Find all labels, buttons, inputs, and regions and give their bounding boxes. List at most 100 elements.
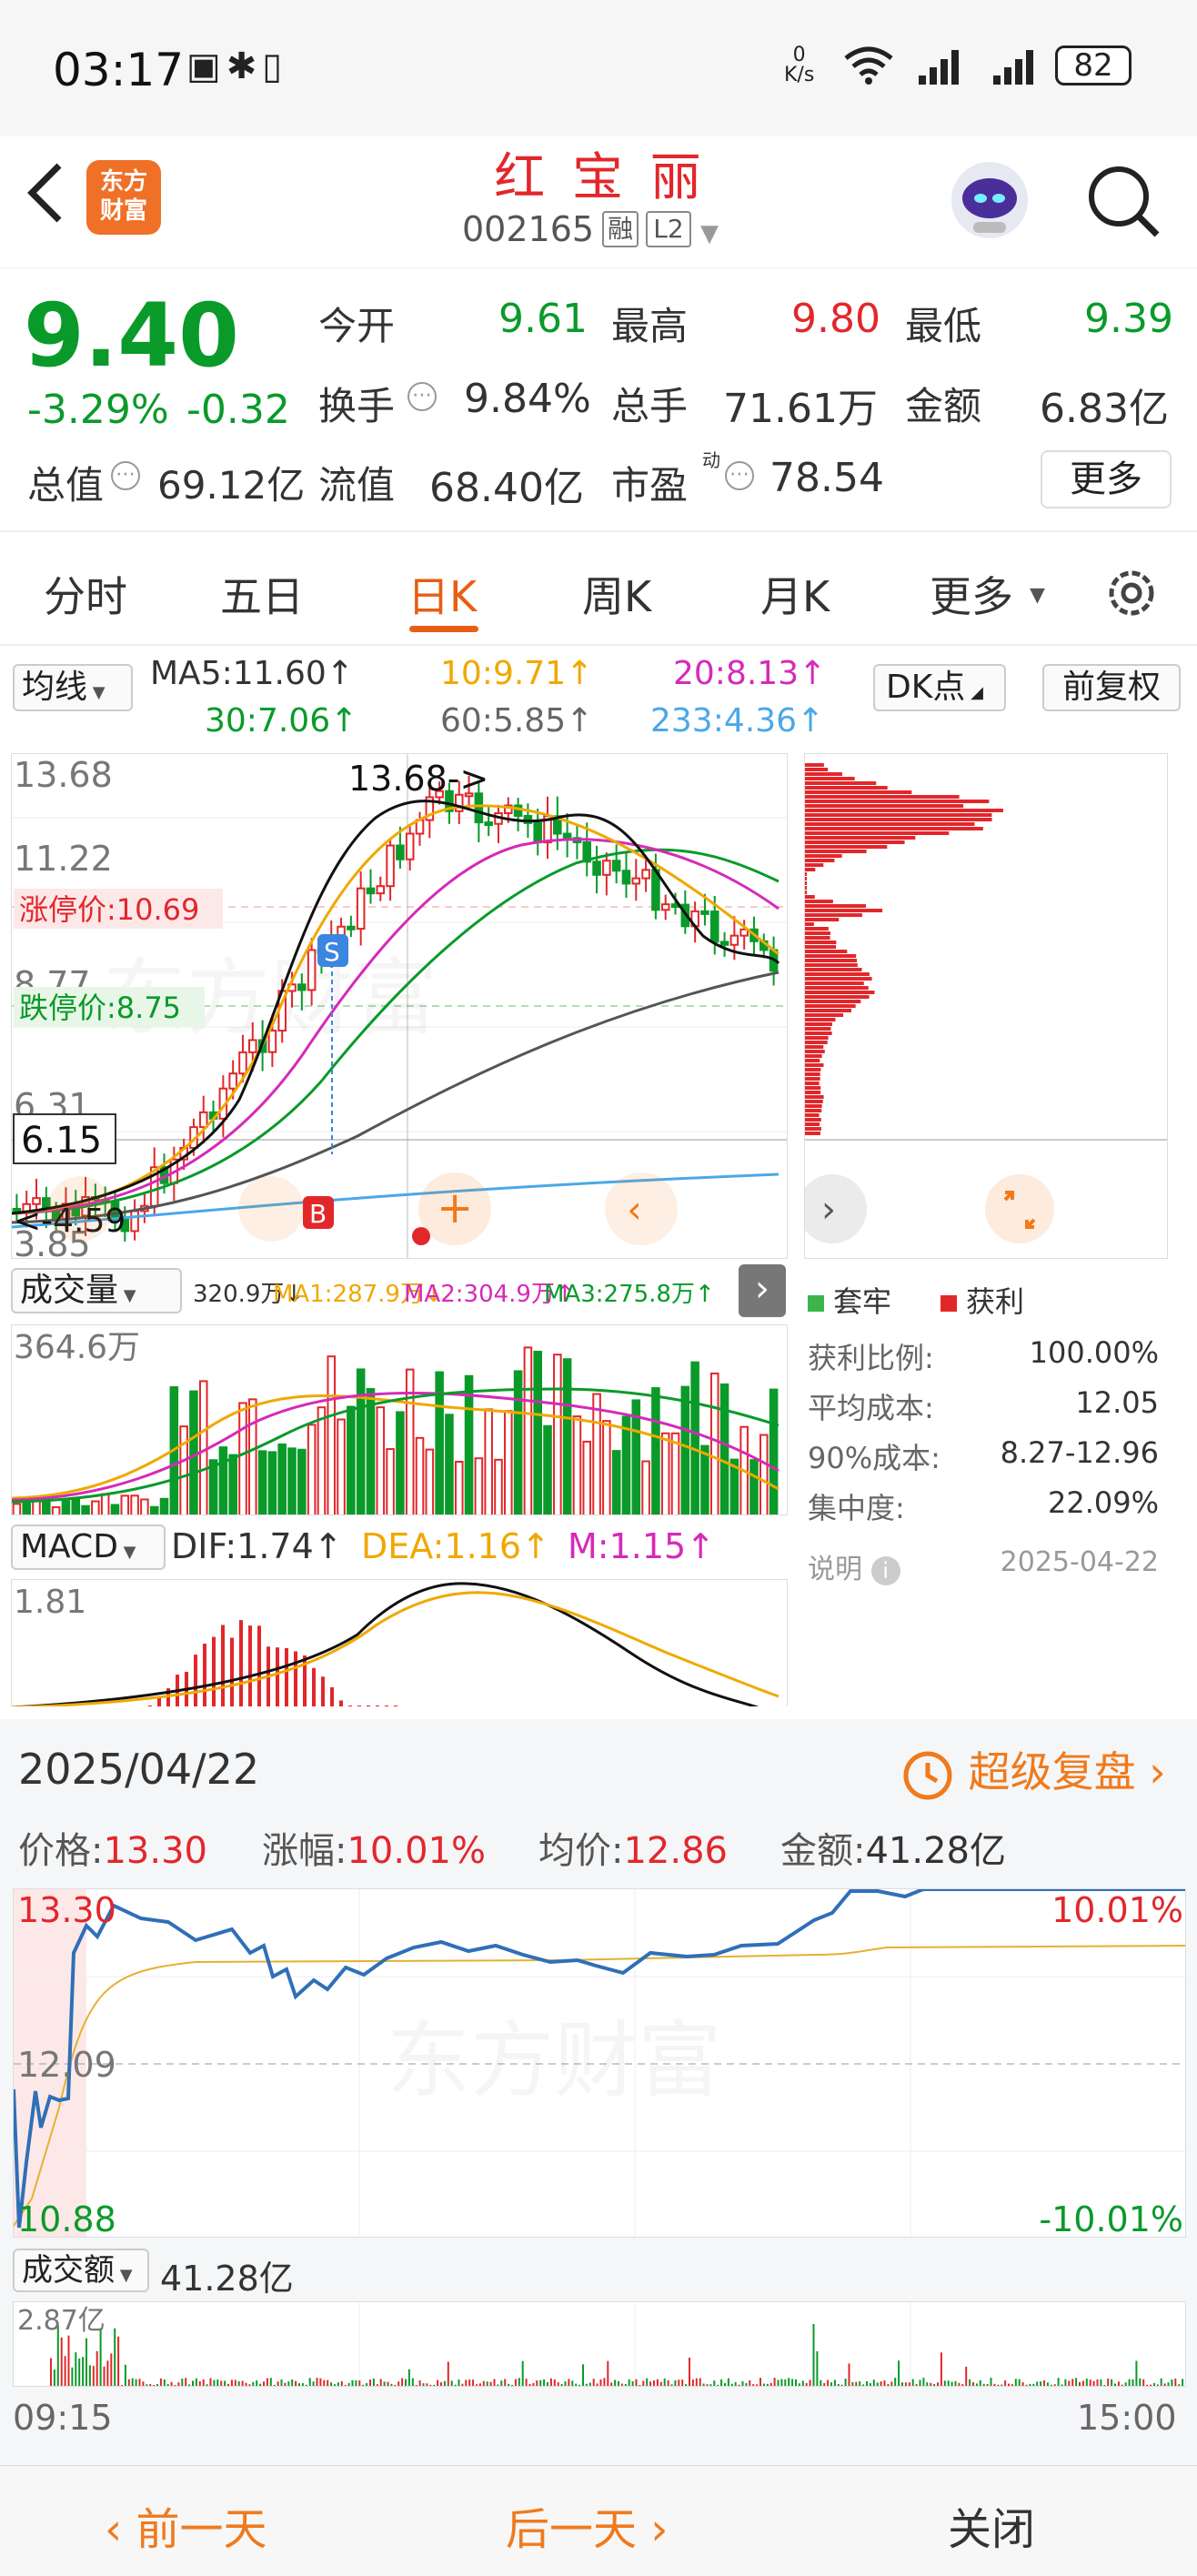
amount-bar	[993, 2383, 996, 2386]
amount-bar	[1089, 2380, 1091, 2386]
amount-bar	[383, 2381, 386, 2386]
volume-bar	[130, 1494, 139, 1514]
kline-candle	[592, 860, 601, 876]
amount-bar	[940, 2352, 942, 2386]
tab-weekly-k[interactable]: 周K	[582, 564, 651, 624]
chip-bar	[805, 972, 870, 976]
chip-bar	[805, 1036, 829, 1040]
back-icon[interactable]	[18, 156, 82, 223]
chip-bar	[805, 840, 905, 844]
macd-bar	[203, 1644, 206, 1706]
macd-bar	[239, 1620, 243, 1706]
amount-bar	[1057, 2378, 1060, 2386]
info-icon[interactable]: ⋯	[111, 461, 140, 490]
tab-five-day[interactable]: 五日	[220, 564, 304, 624]
amount-bar	[497, 2384, 499, 2386]
amount-bar	[653, 2380, 655, 2386]
amount-bar	[387, 2381, 389, 2386]
profit-ratio-value: 100.00%	[1029, 1335, 1159, 1370]
volume-bar	[611, 1450, 621, 1514]
info-icon[interactable]: ⋯	[725, 461, 754, 490]
volume-bar	[267, 1451, 277, 1514]
volume-selector[interactable]: 成交量 ▼	[11, 1268, 182, 1313]
battery-icon: 82	[1055, 45, 1132, 86]
tab-more[interactable]: 更多	[930, 564, 1013, 624]
amount-bar	[1103, 2384, 1106, 2386]
note-link[interactable]: 说明 i	[808, 1546, 900, 1586]
amount-bar	[1036, 2381, 1039, 2386]
amount-bar	[720, 2379, 723, 2386]
amount-bar	[670, 2384, 673, 2386]
macd-selector[interactable]: MACD ▼	[11, 1524, 166, 1570]
intraday-chart[interactable]: 东方财富 13.30 12.09 10.88 10.01% -10.01%	[13, 1888, 1186, 2238]
amount-bar	[263, 2381, 265, 2386]
next-day-button[interactable]: 后一天 ›	[506, 2493, 668, 2557]
settings-icon[interactable]	[1102, 564, 1161, 626]
chip-bar	[805, 1100, 823, 1103]
chip-bar	[805, 1031, 832, 1035]
amount-bar	[730, 2383, 733, 2386]
macd-chart[interactable]: 1.81	[11, 1579, 788, 1706]
amount-bar	[390, 2383, 393, 2386]
volume-chart[interactable]: 364.6万	[11, 1324, 788, 1515]
cursor-price-label: 6.15	[21, 1120, 102, 1162]
adjust-button[interactable]: 前复权	[1042, 664, 1181, 711]
search-icon[interactable]	[1084, 162, 1166, 247]
expand-arrow-icon[interactable]: ›	[739, 1264, 786, 1317]
amount-bar	[1124, 2382, 1127, 2386]
amount-bar	[1032, 2383, 1035, 2386]
chip-bar	[805, 941, 837, 944]
kline-candle	[660, 903, 670, 911]
amount-bar	[1081, 2380, 1084, 2386]
amount-bar	[773, 2378, 776, 2386]
amount-bar	[230, 2380, 233, 2386]
kline-candle	[267, 1030, 277, 1053]
open-label: 今开	[318, 304, 396, 348]
amount-bar	[369, 2380, 371, 2386]
amount-bar	[301, 2382, 304, 2386]
kline-candle	[307, 949, 317, 991]
chip-bar	[805, 936, 830, 940]
amount-bar	[327, 2380, 329, 2386]
intraday-amount-chart[interactable]: 2.87亿	[13, 2301, 1186, 2387]
amount-bar	[407, 2369, 410, 2386]
prev-day-button[interactable]: ‹ 前一天	[105, 2493, 267, 2557]
replay-panel: 2025/04/22 超级复盘 › 价格:13.30 涨幅:10.01% 均价:…	[0, 1719, 1197, 2465]
amount-bar	[177, 2382, 180, 2386]
chip-bar	[805, 1132, 820, 1135]
chip-bar	[805, 1118, 821, 1122]
chip-distribution[interactable]: ›	[804, 753, 1168, 1259]
amount-bar	[837, 2384, 840, 2386]
kline-svg: 东方财富 13.68 11.22 8.77 6.31 3.85 13.68-> …	[12, 754, 787, 1258]
amount-bar	[195, 2378, 197, 2386]
tab-monthly-k[interactable]: 月K	[760, 564, 830, 624]
info-icon[interactable]: ⋯	[407, 382, 437, 411]
chevron-down-icon[interactable]: ▼	[700, 220, 719, 247]
tab-daily-k[interactable]: 日K	[407, 564, 477, 624]
dk-point-button[interactable]: DK点 ◢	[873, 664, 1006, 711]
amount-selector[interactable]: 成交额 ▼	[13, 2249, 149, 2292]
amount-bar	[372, 2378, 375, 2386]
amount-bar	[131, 2378, 134, 2386]
more-button[interactable]: 更多	[1041, 450, 1172, 508]
robot-avatar-icon[interactable]	[946, 156, 1033, 244]
macd-header: MACD ▼ DIF:1.74↑ DEA:1.16↑ M:1.15↑	[11, 1521, 788, 1572]
close-button[interactable]: 关闭	[948, 2493, 1035, 2557]
quote-panel: 9.40 -3.29% -0.32 总值 ⋯ 69.12亿 今开 9.61 最高…	[0, 268, 1197, 532]
volume-bar	[513, 1370, 523, 1514]
super-replay-link[interactable]: 超级复盘 ›	[900, 1739, 1166, 1803]
app-logo[interactable]: 东方 财富	[86, 160, 161, 235]
amount-bar	[323, 2380, 326, 2386]
change-pct: -3.29%	[27, 387, 169, 433]
chip-bar	[805, 1018, 836, 1021]
amount-bar	[749, 2380, 751, 2386]
amount-bar	[553, 2379, 556, 2386]
kline-chart[interactable]: 东方财富 13.68 11.22 8.77 6.31 3.85 13.68-> …	[11, 753, 788, 1259]
tab-intraday[interactable]: 分时	[44, 564, 127, 624]
ma-selector[interactable]: 均线 ▼	[13, 664, 133, 711]
s-marker: S	[324, 937, 340, 967]
amount-bar	[273, 2384, 276, 2386]
volume-bar	[562, 1358, 572, 1514]
amount-bar	[756, 2384, 759, 2386]
amount-bar	[202, 2379, 205, 2386]
